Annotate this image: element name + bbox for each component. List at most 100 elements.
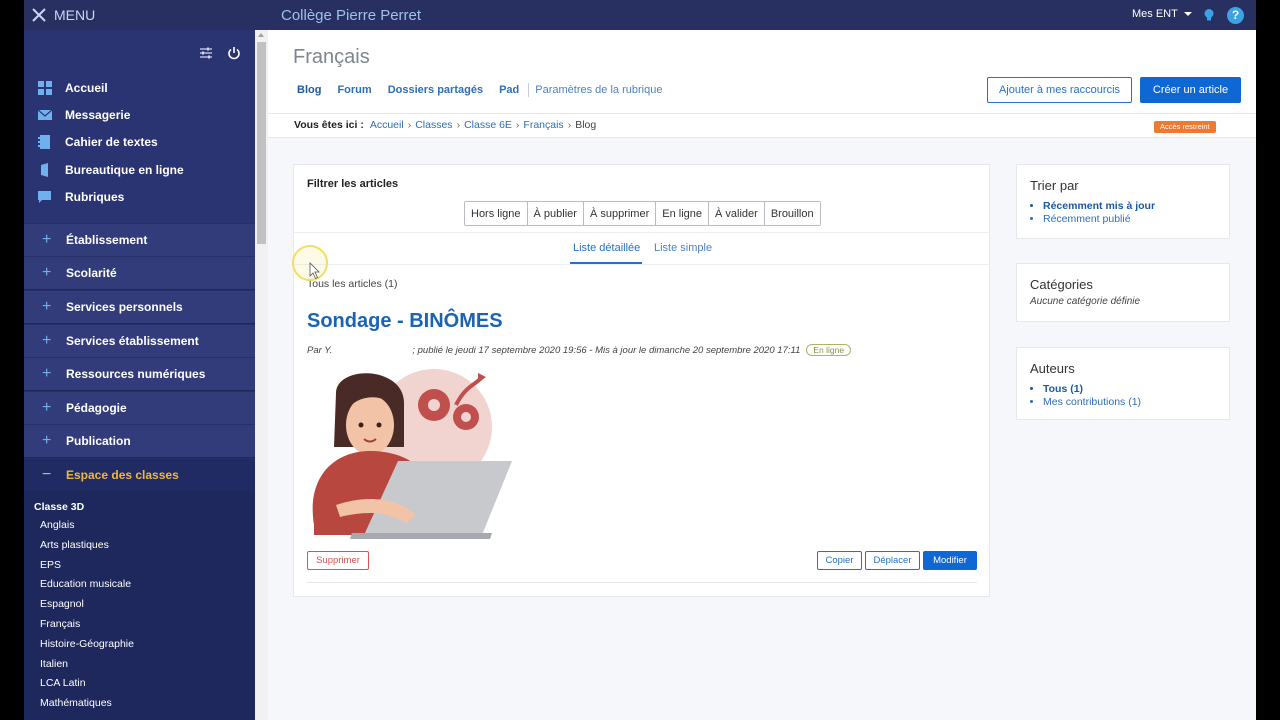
sidebar-item-label: Messagerie [65,108,131,122]
categories-widget: Catégories Aucune catégorie définie [1016,263,1230,322]
article-author: Par Y. [307,344,333,356]
class-title: Classe 3D [34,501,85,513]
authors-widget: Auteurs Tous (1) Mes contributions (1) [1016,347,1230,420]
menu-button[interactable]: MENU [32,6,95,24]
sidebar-item-label: Cahier de textes [65,135,158,149]
sidebar: Accueil Messagerie Cahier de textes Bure… [24,30,255,720]
help-icon[interactable]: ? [1227,7,1244,24]
copy-button[interactable]: Copier [817,551,862,570]
sidebar-item-bureautique[interactable]: Bureautique en ligne [38,160,184,180]
tab-liste-simple[interactable]: Liste simple [654,242,712,254]
tab-parametres[interactable]: Paramètres de la rubrique [535,84,662,96]
sidebar-group-label: Établissement [66,233,148,247]
filter-button-group: Hors ligne À publier À supprimer En lign… [464,201,821,226]
sort-widget: Trier par Récemment mis à jour Récemment… [1016,164,1230,239]
class-subject-link[interactable]: Français [40,615,134,635]
sidebar-item-rubriques[interactable]: Rubriques [38,187,124,207]
sidebar-item-messagerie[interactable]: Messagerie [38,105,130,125]
sort-option-recent-update[interactable]: Récemment mis à jour [1043,200,1155,213]
add-shortcut-button[interactable]: Ajouter à mes raccourcis [987,77,1132,103]
article-list-card: Filtrer les articles Hors ligne À publie… [293,164,990,597]
sidebar-item-label: Rubriques [65,190,125,204]
site-title[interactable]: Collège Pierre Perret [281,7,421,24]
status-badge: En ligne [806,344,852,356]
filter-a-supprimer-button[interactable]: À supprimer [583,202,657,225]
tab-divider [528,83,530,97]
tab-pad[interactable]: Pad [499,84,519,96]
class-subject-link[interactable]: Arts plastiques [40,536,134,556]
filter-label: Filtrer les articles [307,178,399,190]
create-article-button[interactable]: Créer un article [1140,77,1241,103]
breadcrumb-link[interactable]: Classes [415,119,452,131]
breadcrumb-link[interactable]: Accueil [370,119,404,131]
mes-ent-dropdown[interactable]: Mes ENT [1132,8,1192,20]
class-subject-link[interactable]: Education musicale [40,575,134,595]
sidebar-group-label: Espace des classes [66,468,179,482]
widget-title: Trier par [1030,178,1079,193]
sidebar-group-label: Ressources numériques [66,367,206,381]
sidebar-item-accueil[interactable]: Accueil [38,78,108,98]
move-button[interactable]: Déplacer [865,551,920,570]
redacted-author-name [332,345,413,355]
tab-forum[interactable]: Forum [337,84,371,96]
class-subject-link[interactable]: Mathématiques [40,694,134,714]
edit-button[interactable]: Modifier [923,551,977,570]
class-subject-link[interactable]: Italien [40,655,134,675]
sidebar-scrollbar[interactable] [255,30,268,720]
sidebar-group-publication[interactable]: + Publication [24,424,255,457]
notebook-icon [38,135,52,149]
categories-empty-text: Aucune catégorie définie [1030,296,1141,307]
sidebar-main-section: Accueil Messagerie Cahier de textes Bure… [24,30,255,223]
tab-blog[interactable]: Blog [297,84,321,96]
author-filter-all[interactable]: Tous (1) [1043,383,1141,396]
sidebar-group-pedagogie[interactable]: + Pédagogie [24,391,255,424]
breadcrumb-link[interactable]: Classe 6E [464,119,512,131]
article-title[interactable]: Sondage - BINÔMES [307,310,503,333]
class-subject-link[interactable]: Espagnol [40,595,134,615]
class-subject-link[interactable]: Anglais [40,516,134,536]
power-icon[interactable] [227,46,241,60]
filter-a-publier-button[interactable]: À publier [527,202,584,225]
author-filter-mine[interactable]: Mes contributions (1) [1043,396,1141,409]
sidebar-group-services-etablissement[interactable]: + Services établissement [24,324,255,357]
tab-dossiers-partages[interactable]: Dossiers partagés [388,84,483,96]
divider [307,582,977,583]
sort-option-recent-publish[interactable]: Récemment publié [1043,213,1155,226]
class-subject-link[interactable]: EPS [40,556,134,576]
article-dates: ; publié le jeudi 17 septembre 2020 19:5… [412,344,801,356]
sidebar-group-scolarite[interactable]: + Scolarité [24,256,255,289]
delete-button[interactable]: Supprimer [307,551,369,570]
class-subject-link[interactable]: LCA Latin [40,674,134,694]
plus-icon: + [42,432,52,449]
widget-title: Catégories [1030,277,1093,292]
breadcrumb-link[interactable]: Français [523,119,563,131]
sidebar-item-cahier-de-textes[interactable]: Cahier de textes [38,132,158,152]
sort-options: Récemment mis à jour Récemment publié [1043,200,1155,226]
filter-a-valider-button[interactable]: À valider [709,202,765,225]
sidebar-group-etablissement[interactable]: + Établissement [24,223,255,256]
tab-liste-detaillee[interactable]: Liste détaillée [573,242,640,254]
plus-icon: + [42,231,52,248]
lightbulb-icon[interactable] [1202,8,1216,22]
sidebar-group-services-personnels[interactable]: + Services personnels [24,290,255,323]
class-subject-list: Anglais Arts plastiques EPS Education mu… [40,516,134,714]
menu-label: MENU [54,7,96,23]
scrollbar-thumb[interactable] [257,42,266,244]
sidebar-tools [199,46,241,60]
sidebar-group-ressources-numeriques[interactable]: + Ressources numériques [24,357,255,390]
breadcrumb-bar: Vous êtes ici : Accueil › Classes › Classe… [268,113,1256,138]
filter-hors-ligne-button[interactable]: Hors ligne [465,202,528,225]
breadcrumb-separator: › [567,119,572,131]
breadcrumb-separator: › [407,119,412,131]
main-content: Français Blog Forum Dossiers partagés Pa… [268,30,1256,720]
scroll-up-arrow-icon[interactable] [258,33,264,37]
breadcrumb-prefix: Vous êtes ici : [294,119,364,131]
close-icon [32,8,46,22]
filter-en-ligne-button[interactable]: En ligne [656,202,710,225]
minus-icon: − [42,466,52,483]
class-subject-link[interactable]: Histoire-Géographie [40,635,134,655]
sidebar-group-espace-des-classes[interactable]: − Espace des classes [24,458,255,491]
filter-brouillon-button[interactable]: Brouillon [764,202,820,225]
settings-sliders-icon[interactable] [199,46,213,60]
plus-icon: + [42,399,52,416]
